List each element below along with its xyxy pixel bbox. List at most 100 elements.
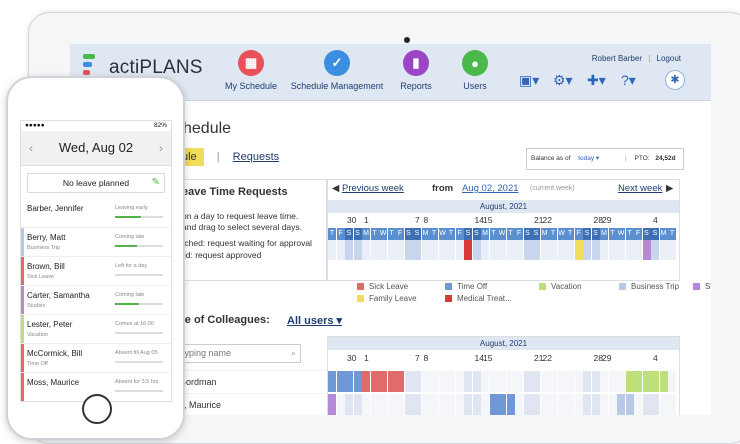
- day-cell[interactable]: [481, 240, 489, 260]
- colleague-day-cell[interactable]: [600, 371, 608, 392]
- colleague-day-cell[interactable]: [583, 394, 591, 415]
- day-cell[interactable]: [421, 240, 430, 260]
- colleague-day-cell[interactable]: [379, 394, 387, 415]
- colleague-day-cell[interactable]: [464, 371, 472, 392]
- colleague-day-cell[interactable]: [396, 394, 404, 415]
- colleague-day-cell[interactable]: [574, 371, 583, 392]
- day-cell[interactable]: [447, 240, 455, 260]
- previous-week-link[interactable]: Previous week: [342, 180, 404, 198]
- colleague-day-cell[interactable]: [515, 371, 523, 392]
- leave-mark[interactable]: [464, 240, 472, 260]
- day-cell[interactable]: [353, 240, 362, 260]
- colleague-day-cell[interactable]: [540, 371, 549, 392]
- colleague-day-cell[interactable]: [370, 394, 379, 415]
- colleague-day-cell[interactable]: [625, 394, 634, 415]
- colleague-day-cell[interactable]: [353, 371, 362, 392]
- colleague-day-cell[interactable]: [345, 394, 353, 415]
- colleague-day-cell[interactable]: [608, 371, 617, 392]
- day-cell[interactable]: [566, 240, 574, 260]
- search-input[interactable]: typing name ⌕: [175, 344, 301, 363]
- colleague-day-cell[interactable]: [574, 394, 583, 415]
- day-cell[interactable]: [591, 240, 600, 260]
- leave-mark[interactable]: [642, 240, 651, 260]
- colleague-day-cell[interactable]: [617, 371, 625, 392]
- colleague-day-cell[interactable]: [549, 371, 557, 392]
- user-name[interactable]: Robert Barber: [592, 54, 642, 63]
- day-cell[interactable]: [549, 240, 557, 260]
- puzzle-icon[interactable]: ✚▾: [587, 72, 606, 89]
- colleague-day-cell[interactable]: [472, 394, 481, 415]
- colleague-day-cell[interactable]: [617, 394, 625, 415]
- colleague-day-cell[interactable]: [362, 371, 370, 392]
- day-cell[interactable]: [659, 240, 668, 260]
- colleague-day-cell[interactable]: [447, 394, 455, 415]
- chevron-left-icon[interactable]: ‹: [29, 131, 33, 165]
- colleague-day-cell[interactable]: [506, 394, 515, 415]
- day-cell[interactable]: [506, 240, 515, 260]
- colleague-day-cell[interactable]: [625, 371, 634, 392]
- colleague-day-cell[interactable]: [591, 371, 600, 392]
- colleague-day-cell[interactable]: [404, 394, 413, 415]
- colleague-day-cell[interactable]: [591, 394, 600, 415]
- colleague-day-cell[interactable]: [387, 371, 396, 392]
- day-cell[interactable]: [396, 240, 404, 260]
- colleague-day-cell[interactable]: [668, 394, 676, 415]
- chevron-left-icon[interactable]: ◀: [332, 180, 339, 198]
- colleague-day-cell[interactable]: [362, 394, 370, 415]
- colleague-day-cell[interactable]: [642, 394, 651, 415]
- colleague-day-cell[interactable]: [336, 371, 345, 392]
- day-cell[interactable]: [634, 240, 642, 260]
- colleague-day-cell[interactable]: [489, 371, 498, 392]
- lightbulb-icon[interactable]: ✱: [665, 70, 685, 90]
- date-picker[interactable]: Aug 02, 2021: [462, 180, 519, 198]
- colleague-day-cell[interactable]: [396, 371, 404, 392]
- day-cell[interactable]: [608, 240, 617, 260]
- day-cell[interactable]: [557, 240, 566, 260]
- no-leave-card[interactable]: No leave planned ✎: [27, 173, 165, 193]
- day-cell[interactable]: [438, 240, 447, 260]
- colleague-row[interactable]: Berry, Matt Business Trip Coming late: [21, 228, 171, 257]
- day-cell[interactable]: [345, 240, 353, 260]
- chevron-right-icon[interactable]: ›: [159, 131, 163, 165]
- colleague-day-cell[interactable]: [481, 394, 489, 415]
- day-cell[interactable]: [498, 240, 506, 260]
- colleague-row[interactable]: Brown, Bill Sick Leave Left for a day: [21, 257, 171, 286]
- next-week-link[interactable]: Next week: [618, 180, 662, 198]
- colleague-day-cell[interactable]: [455, 394, 464, 415]
- colleague-day-cell[interactable]: [600, 394, 608, 415]
- day-cell[interactable]: [617, 240, 625, 260]
- day-cell[interactable]: [455, 240, 464, 260]
- colleague-day-cell[interactable]: [413, 394, 421, 415]
- day-cell[interactable]: [336, 240, 345, 260]
- tab-requests[interactable]: Requests: [233, 151, 279, 163]
- colleague-day-cell[interactable]: [430, 394, 438, 415]
- nav-reports[interactable]: ▮ Reports: [397, 50, 435, 91]
- colleague-day-cell[interactable]: [557, 394, 566, 415]
- day-cell[interactable]: [370, 240, 379, 260]
- day-cell[interactable]: [387, 240, 396, 260]
- day-cell[interactable]: [362, 240, 370, 260]
- colleague-day-cell[interactable]: [651, 371, 659, 392]
- colleague-day-cell[interactable]: [506, 371, 515, 392]
- colleague-day-cell[interactable]: [370, 371, 379, 392]
- colleague-day-cell[interactable]: [549, 394, 557, 415]
- colleague-day-cell[interactable]: [404, 371, 413, 392]
- colleague-day-cell[interactable]: [387, 394, 396, 415]
- colleague-day-cell[interactable]: [498, 394, 506, 415]
- colleague-day-cell[interactable]: [345, 371, 353, 392]
- colleague-day-cell[interactable]: [447, 371, 455, 392]
- colleague-day-cell[interactable]: [328, 394, 336, 415]
- colleague-row[interactable]: Lester, Peter Vacation Comes at 16:00: [21, 315, 171, 344]
- home-button[interactable]: [82, 394, 112, 424]
- nav-my-schedule[interactable]: ▦ My Schedule: [223, 50, 279, 91]
- day-cell[interactable]: [404, 240, 413, 260]
- colleague-row[interactable]: McCormick, Bill Time Off Absent till Aug 0…: [21, 344, 171, 373]
- colleague-day-cell[interactable]: [430, 371, 438, 392]
- colleague-day-cell[interactable]: [659, 371, 668, 392]
- colleague-day-cell[interactable]: [336, 394, 345, 415]
- nav-schedule-management[interactable]: ✓ Schedule Management: [289, 50, 385, 91]
- colleague-day-cell[interactable]: [566, 394, 574, 415]
- day-cell[interactable]: [523, 240, 532, 260]
- colleague-name[interactable]: Gordman: [175, 370, 325, 393]
- colleague-day-cell[interactable]: [566, 371, 574, 392]
